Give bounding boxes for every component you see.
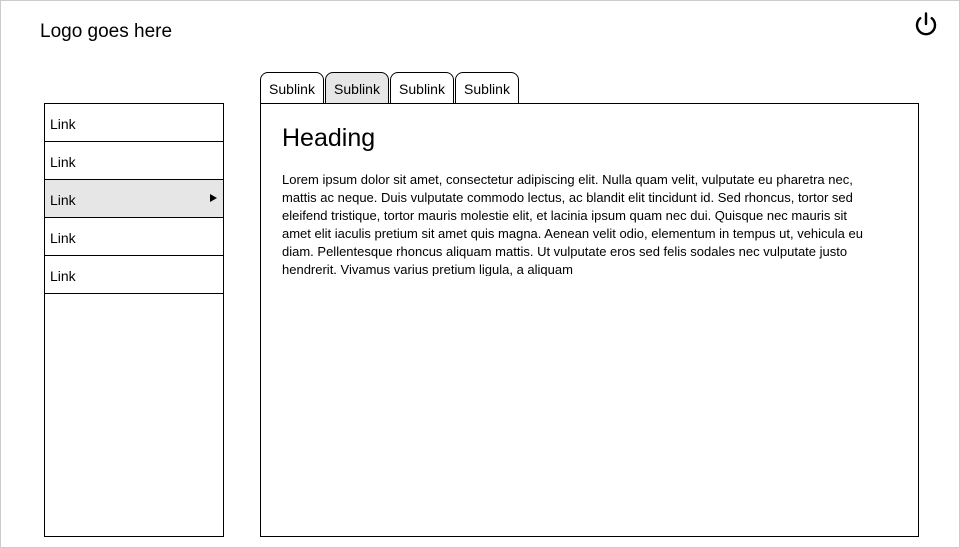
logo: Logo goes here — [40, 21, 173, 42]
sidebar-item-link-2[interactable]: Link — [45, 142, 223, 180]
body-text: Lorem ipsum dolor sit amet, consectetur … — [282, 172, 863, 276]
tab-sublink-2[interactable]: Sublink — [325, 72, 389, 103]
sidebar-nav: Link Link Link Link Link — [44, 103, 224, 537]
tab-label: Sublink — [399, 81, 445, 97]
power-icon — [915, 12, 937, 36]
page-heading: Heading — [282, 124, 376, 152]
tab-label: Sublink — [464, 81, 510, 97]
sidebar-item-label: Link — [50, 116, 76, 132]
sidebar-item-link-5[interactable]: Link — [45, 256, 223, 294]
sidebar-item-label: Link — [50, 192, 76, 208]
sidebar-item-label: Link — [50, 268, 76, 284]
sidebar-item-label: Link — [50, 154, 76, 170]
sidebar-item-link-3[interactable]: Link — [45, 180, 223, 218]
tab-label: Sublink — [334, 81, 380, 97]
power-button[interactable] — [912, 11, 940, 39]
sidebar-item-link-1[interactable]: Link — [45, 104, 223, 142]
tab-label: Sublink — [269, 81, 315, 97]
tab-sublink-1[interactable]: Sublink — [260, 72, 324, 103]
tab-sublink-3[interactable]: Sublink — [390, 72, 454, 103]
app-window: Logo goes here Link Link Link Link Link … — [0, 0, 960, 548]
triangle-right-icon — [210, 194, 217, 202]
content-panel: Heading Lorem ipsum dolor sit amet, cons… — [260, 103, 919, 537]
sidebar-item-link-4[interactable]: Link — [45, 218, 223, 256]
sidebar-item-label: Link — [50, 230, 76, 246]
tab-sublink-4[interactable]: Sublink — [455, 72, 519, 103]
